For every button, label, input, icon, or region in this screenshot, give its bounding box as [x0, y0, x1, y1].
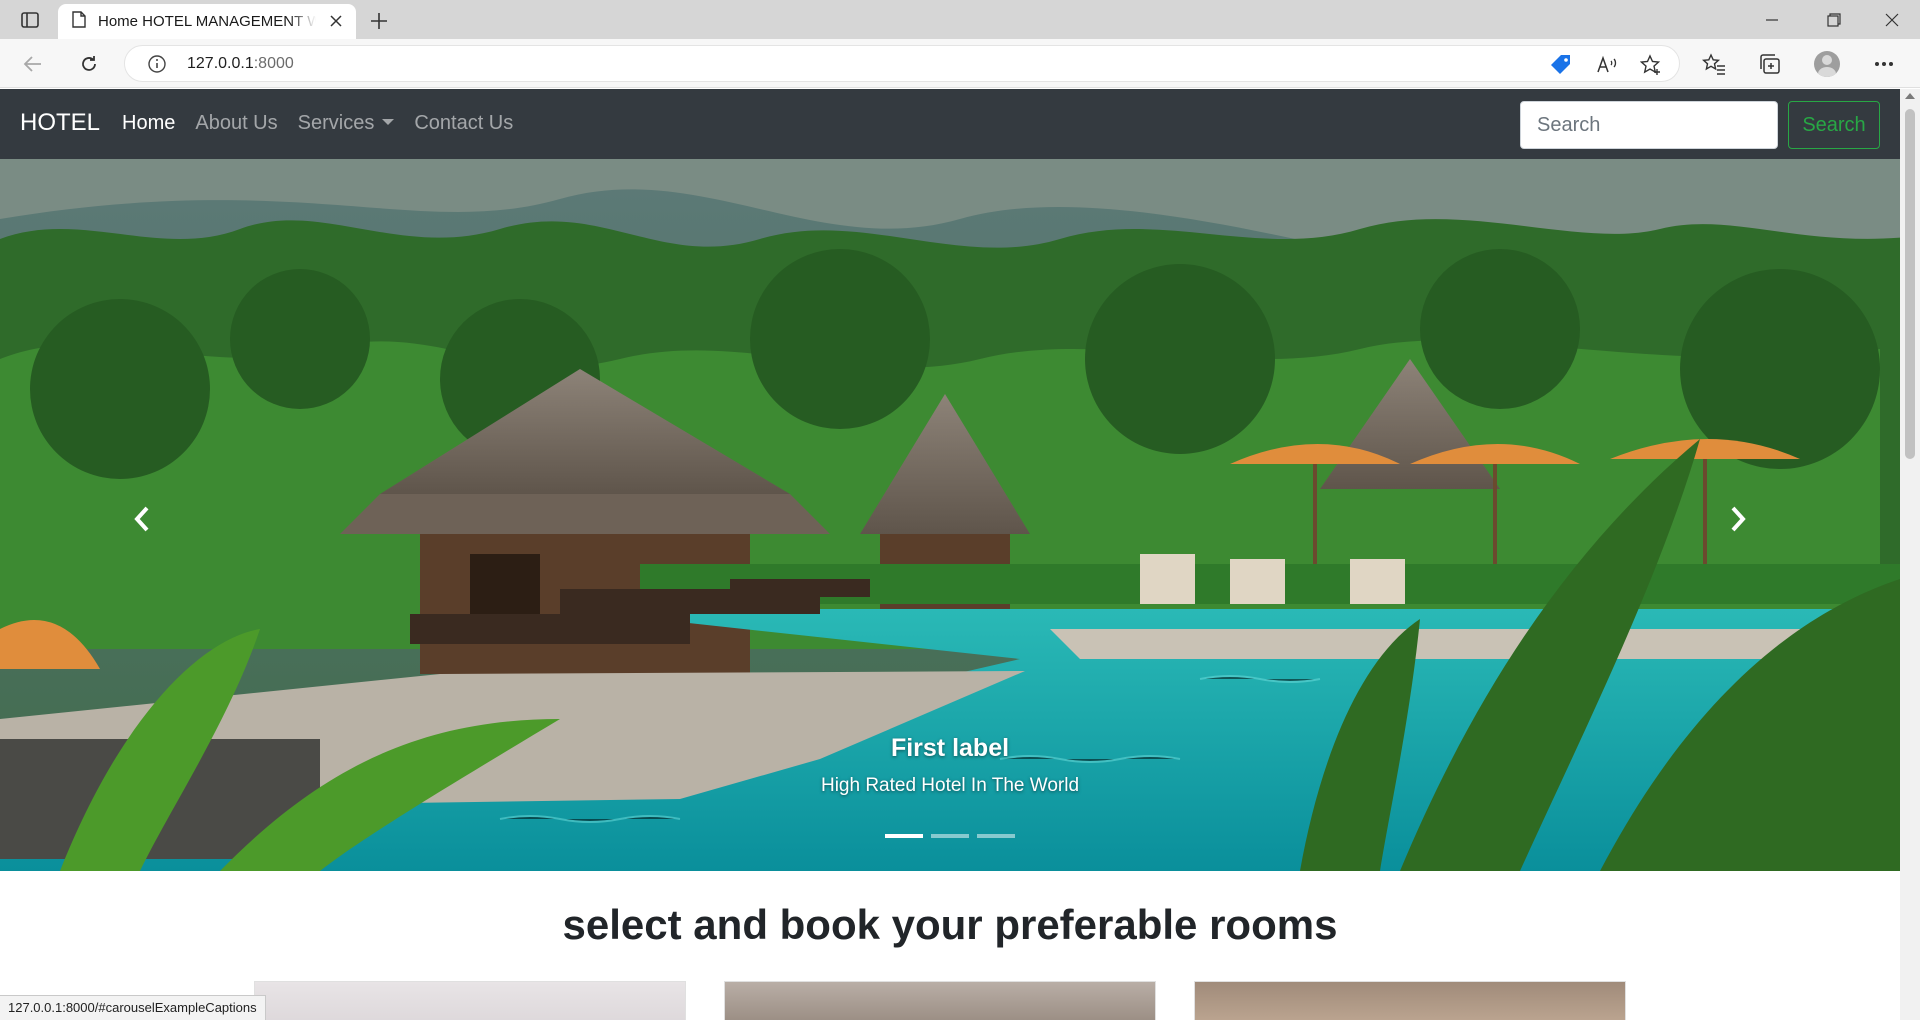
back-icon[interactable] — [18, 49, 48, 79]
carousel-indicator[interactable] — [931, 834, 969, 838]
hero-carousel: First label High Rated Hotel In The Worl… — [0, 159, 1900, 871]
carousel-next-icon[interactable] — [1708, 489, 1768, 549]
site-navbar: HOTEL Home About Us Services Contact Us … — [0, 89, 1900, 159]
carousel-indicator[interactable] — [977, 834, 1015, 838]
nav-link-contact[interactable]: Contact Us — [414, 112, 513, 135]
favorites-icon[interactable] — [1700, 50, 1728, 78]
page-viewport: HOTEL Home About Us Services Contact Us … — [0, 89, 1900, 1020]
url-text[interactable]: 127.0.0.1:8000 — [187, 55, 294, 73]
carousel-caption-text: High Rated Hotel In The World — [820, 775, 1080, 796]
scroll-up-icon[interactable] — [1905, 93, 1915, 99]
nav-link-services[interactable]: Services — [298, 112, 375, 134]
status-bar-url: 127.0.0.1:8000/#carouselExampleCaptions — [0, 995, 266, 1020]
carousel-indicator[interactable] — [885, 834, 923, 838]
read-aloud-icon[interactable] — [1595, 53, 1619, 77]
page-icon — [72, 10, 86, 33]
restore-icon[interactable] — [1806, 0, 1862, 39]
page-scrollbar[interactable] — [1900, 89, 1920, 1020]
room-card[interactable] — [1194, 981, 1626, 1020]
resort-pool-image — [0, 159, 1900, 871]
nav-link-home[interactable]: Home — [122, 112, 175, 135]
carousel-caption-title: First label — [890, 734, 1010, 762]
tab-title: Home HOTEL MANAGEMENT WEBSITE — [98, 13, 316, 30]
room-card[interactable] — [724, 981, 1156, 1020]
add-favorite-icon[interactable] — [1639, 53, 1663, 77]
browser-tab-strip: Home HOTEL MANAGEMENT WEBSITE — [0, 0, 1920, 39]
close-icon[interactable] — [328, 13, 344, 29]
nav-link-about[interactable]: About Us — [195, 112, 277, 135]
search-input[interactable] — [1520, 101, 1778, 149]
tab-actions-icon[interactable] — [12, 8, 48, 32]
carousel-indicators — [885, 834, 1015, 838]
nav-dropdown-services[interactable]: Services — [298, 112, 395, 135]
search-button[interactable]: Search — [1788, 101, 1880, 149]
collections-icon[interactable] — [1756, 50, 1784, 78]
nav-links: Home About Us Services Contact Us — [122, 112, 513, 135]
profile-avatar[interactable] — [1814, 51, 1840, 77]
browser-toolbar: 127.0.0.1:8000 — [0, 39, 1920, 88]
shopping-tag-icon[interactable] — [1549, 53, 1573, 77]
info-icon[interactable] — [147, 54, 167, 79]
scroll-thumb[interactable] — [1905, 109, 1915, 459]
room-card[interactable] — [254, 981, 686, 1020]
rooms-heading: select and book your preferable rooms — [562, 901, 1338, 948]
caret-down-icon — [382, 118, 395, 125]
more-menu-icon[interactable] — [1870, 50, 1898, 78]
new-tab-icon[interactable] — [366, 8, 392, 34]
navbar-brand[interactable]: HOTEL — [20, 109, 100, 137]
minimize-icon[interactable] — [1744, 0, 1800, 39]
refresh-icon[interactable] — [74, 49, 104, 79]
address-bar[interactable]: 127.0.0.1:8000 — [124, 45, 1680, 82]
carousel-prev-icon[interactable] — [112, 489, 172, 549]
browser-tab[interactable]: Home HOTEL MANAGEMENT WEBSITE — [58, 4, 356, 39]
window-close-icon[interactable] — [1864, 0, 1920, 39]
